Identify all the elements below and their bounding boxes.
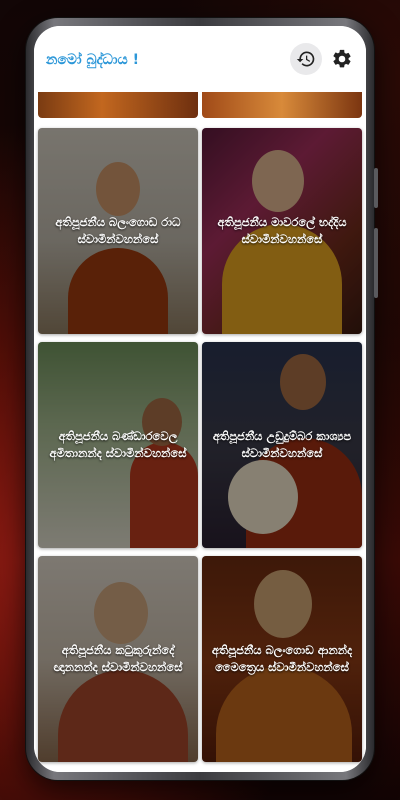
- gear-icon: [333, 49, 351, 68]
- history-icon: [296, 51, 315, 67]
- monk-name: අතිපූජනීය කටුකුරුන්දේ ඥානනන්ද ස්වාමීන්වහ…: [53, 643, 183, 674]
- monk-name: අතිපූජනීය බණ්ඩාරවෙල අමිතානන්ද ස්වාමීන්වහ…: [49, 429, 187, 460]
- monk-name: අතිපූජනීය මාවරලේ භද්දිය ස්වාමීන්වහන්සේ: [217, 215, 347, 246]
- partial-card-right[interactable]: [202, 92, 362, 118]
- monk-card[interactable]: අතිපූජනීය බලංගොඩ රාධ ස්වාමීන්වහන්සේ: [38, 128, 198, 334]
- partial-row-previous: [34, 92, 366, 120]
- monk-card[interactable]: අතිපූජනීය බලංගොඩ ආනන්ද මෛත්‍රෙය ස්වාමීන්…: [202, 556, 362, 762]
- settings-button[interactable]: [326, 43, 358, 75]
- app-bar: නමෝ බුද්ධාය !: [34, 26, 366, 92]
- monk-card[interactable]: අතිපූජනීය මාවරලේ භද්දිය ස්වාමීන්වහන්සේ: [202, 128, 362, 334]
- history-button[interactable]: [290, 43, 322, 75]
- monk-card[interactable]: අතිපූජනීය බණ්ඩාරවෙල අමිතානන්ද ස්වාමීන්වහ…: [38, 342, 198, 548]
- partial-card-left[interactable]: [38, 92, 198, 118]
- app-screen: නමෝ බුද්ධාය ! අතිපූජනීය බලංගොඩ රාධ ස්වාම…: [34, 26, 366, 772]
- app-title: නමෝ බුද්ධාය !: [46, 52, 139, 68]
- power-button: [374, 228, 378, 298]
- monk-name: අතිපූජනීය බලංගොඩ රාධ ස්වාමීන්වහන්සේ: [55, 215, 181, 246]
- monk-name: අතිපූජනීය බලංගොඩ ආනන්ද මෛත්‍රෙය ස්වාමීන්…: [211, 643, 353, 674]
- monk-card[interactable]: අතිපූජනීය කටුකුරුන්දේ ඥානනන්ද ස්වාමීන්වහ…: [38, 556, 198, 762]
- phone-frame: නමෝ බුද්ධාය ! අතිපූජනීය බලංගොඩ රාධ ස්වාම…: [26, 18, 378, 780]
- volume-button: [374, 168, 378, 208]
- monk-card[interactable]: අතිපූජනීය උඩුදුම්බර කාශ්‍යප ස්වාමීන්වහන්…: [202, 342, 362, 548]
- monk-grid: අතිපූජනීය බලංගොඩ රාධ ස්වාමීන්වහන්සේ අතිප…: [34, 92, 366, 772]
- monk-name: අතිපූජනීය උඩුදුම්බර කාශ්‍යප ස්වාමීන්වහන්…: [212, 429, 352, 460]
